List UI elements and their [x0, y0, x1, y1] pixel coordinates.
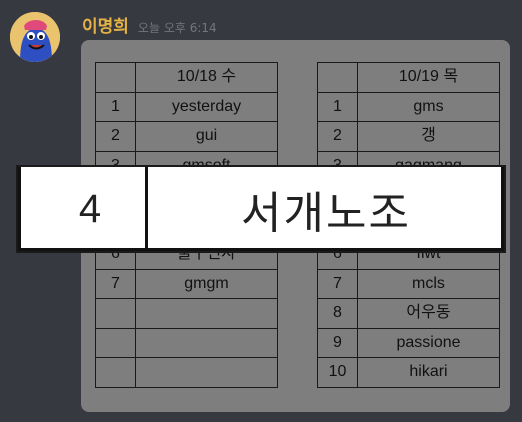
- header-date-left: 10/18 수: [135, 62, 278, 93]
- table-row: 7 gmgm 7 mcls: [95, 268, 500, 299]
- message-header: 이명희 오늘 오후 6:14: [82, 12, 217, 37]
- row-name-left: gmgm: [135, 268, 278, 299]
- username[interactable]: 이명희: [82, 12, 129, 37]
- table-row: 10 hikari: [95, 357, 500, 388]
- row-name-right: 갱: [357, 121, 500, 152]
- row-name-right: hikari: [357, 357, 500, 388]
- header-date-right: 10/19 목: [357, 62, 500, 93]
- row-name-left: yesterday: [135, 91, 278, 122]
- spacer-cell: [277, 328, 318, 358]
- header-num-left: [95, 62, 136, 93]
- zoom-border-right: [501, 167, 504, 251]
- spacer-cell: [277, 121, 318, 151]
- row-number-right: 8: [317, 298, 358, 329]
- row-number-right: 7: [317, 268, 358, 299]
- row-number-right: 9: [317, 327, 358, 358]
- row-number-left: [95, 298, 136, 329]
- table-row: 9 passione: [95, 327, 500, 358]
- user-avatar[interactable]: [10, 12, 60, 62]
- row-number-left: 7: [95, 268, 136, 299]
- spacer-cell: [277, 62, 318, 92]
- row-name-left: [135, 357, 278, 388]
- header-num-right: [317, 62, 358, 93]
- zoom-divider: [145, 167, 148, 251]
- avatar-character-icon: [10, 12, 60, 62]
- row-name-left: [135, 327, 278, 358]
- row-number-left: [95, 327, 136, 358]
- row-number-left: 2: [95, 121, 136, 152]
- message-timestamp: 오늘 오후 6:14: [137, 21, 217, 35]
- row-number-right: 10: [317, 357, 358, 388]
- row-number-left: 1: [95, 91, 136, 122]
- row-name-right: passione: [357, 327, 500, 358]
- spacer-cell: [277, 269, 318, 299]
- spacer-cell: [277, 357, 318, 387]
- row-name-right: mcls: [357, 268, 500, 299]
- row-number-left: [95, 357, 136, 388]
- row-name-right: gms: [357, 91, 500, 122]
- table-header-row: 10/18 수 10/19 목: [95, 62, 500, 93]
- row-name-right: 어우동: [357, 298, 500, 329]
- row-name-left: gui: [135, 121, 278, 152]
- zoomed-cell-overlay: 4 서개노조: [16, 165, 506, 253]
- spacer-cell: [277, 92, 318, 122]
- spacer-cell: [277, 298, 318, 328]
- table-row: 2 gui 2 갱: [95, 121, 500, 152]
- row-number-right: 2: [317, 121, 358, 152]
- zoom-row-name: 서개노조: [241, 188, 411, 239]
- zoom-border-left: [18, 167, 21, 251]
- zoom-row-number: 4: [78, 186, 102, 231]
- row-number-right: 1: [317, 91, 358, 122]
- table-row: 8 어우동: [95, 298, 500, 329]
- table-row: 1 yesterday 1 gms: [95, 91, 500, 122]
- row-name-left: [135, 298, 278, 329]
